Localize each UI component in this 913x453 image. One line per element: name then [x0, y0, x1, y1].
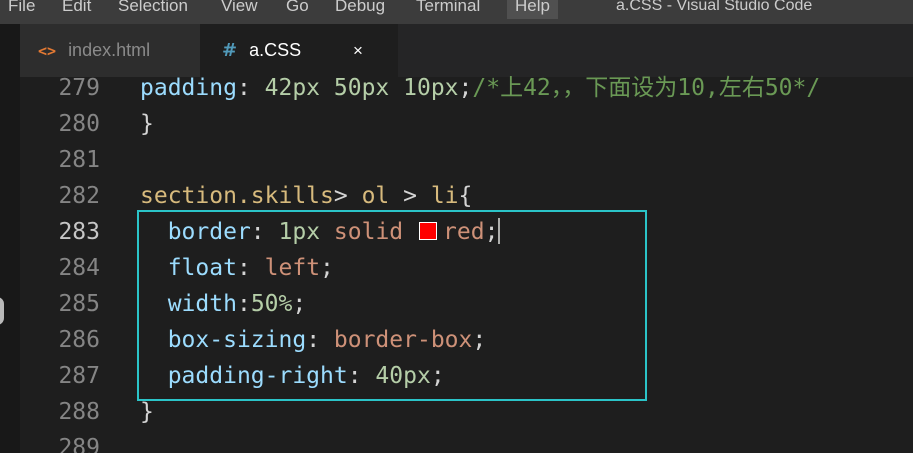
sash-handle[interactable] [0, 297, 4, 325]
menu-edit[interactable]: Edit [62, 0, 91, 19]
code-token: 1px [278, 219, 321, 245]
code-text: } [140, 106, 154, 142]
code-token: border-box [333, 327, 473, 353]
code-token: 40px [375, 363, 431, 389]
menu-debug[interactable]: Debug [335, 0, 385, 19]
code-token: ; [320, 255, 334, 281]
code-token: ; [472, 327, 487, 353]
code-text: } [140, 394, 154, 430]
css-file-icon: # [222, 40, 238, 61]
code-token: ; [458, 75, 473, 101]
code-line[interactable]: 283 border: 1px solid red; [20, 214, 913, 250]
code-token: { [458, 183, 473, 209]
code-token: 50px [333, 75, 390, 101]
code-token: 50% [250, 291, 293, 317]
code-line[interactable]: 282 section.skills> ol > li{ [20, 178, 913, 214]
code-token: width [167, 291, 237, 317]
code-line[interactable]: 281 [20, 142, 913, 178]
code-text: padding-right: 40px; [140, 358, 445, 394]
text-cursor [498, 218, 501, 244]
code-token: float [167, 255, 237, 281]
line-number: 279 [58, 75, 100, 101]
code-line[interactable]: 286 box-sizing: border-box; [20, 322, 913, 358]
code-token: : [306, 327, 334, 353]
line-number: 282 [58, 183, 100, 209]
code-text: section.skills> ol > li{ [140, 178, 472, 214]
line-number: 288 [58, 399, 100, 425]
code-token: border [167, 219, 251, 245]
code-token: ; [484, 219, 499, 245]
code-token: section.skills [140, 183, 334, 209]
menu-file[interactable]: File [8, 0, 35, 19]
vscode-window: File Edit Selection View Go Debug Termin… [0, 0, 913, 453]
activity-strip [0, 24, 20, 453]
line-number: 284 [58, 255, 100, 281]
code-token: left [264, 255, 321, 281]
code-token: li [430, 183, 459, 209]
code-line[interactable]: 287 padding-right: 40px; [20, 358, 913, 394]
code-token: ol [361, 183, 390, 209]
code-token: padding-right [167, 363, 348, 389]
code-token: > [333, 183, 362, 209]
menu-bar: File Edit Selection View Go Debug Termin… [0, 0, 913, 24]
code-token: : [347, 363, 376, 389]
code-token: : [236, 291, 251, 317]
tab-label: a.CSS [249, 40, 302, 60]
line-number: 289 [58, 435, 100, 453]
code-token: box-sizing [167, 327, 307, 353]
line-number: 283 [58, 219, 100, 245]
code-line[interactable]: 288} [20, 394, 913, 430]
menu-terminal[interactable]: Terminal [416, 0, 480, 19]
line-number: 280 [58, 111, 100, 137]
code-line[interactable]: 279 padding: 42px 50px 10px;/*上42，，下面设为10… [20, 70, 913, 106]
code-text: box-sizing: border-box; [140, 322, 487, 358]
code-token: solid [333, 219, 404, 245]
code-token: : [236, 75, 265, 101]
code-token: ; [430, 363, 445, 389]
code-line[interactable]: 284 float: left; [20, 250, 913, 286]
code-token: 42px [264, 75, 321, 101]
code-token: } [140, 111, 154, 137]
code-text: border: 1px solid red; [140, 214, 501, 250]
line-number: 285 [58, 291, 100, 317]
code-line[interactable]: 280} [20, 106, 913, 142]
menu-go[interactable]: Go [286, 0, 309, 19]
code-token: /*上42，，下面设为10,左右50*/ [472, 75, 821, 101]
code-text: padding: 42px 50px 10px;/*上42，，下面设为10,左右… [140, 70, 820, 106]
code-token: } [140, 399, 154, 425]
code-line[interactable]: 289 [20, 430, 913, 453]
code-line[interactable]: 285 width:50%; [20, 286, 913, 322]
menu-selection[interactable]: Selection [118, 0, 188, 19]
code-text: float: left; [140, 250, 334, 286]
code-editor[interactable]: 279 padding: 42px 50px 10px;/*上42，，下面设为10… [20, 75, 913, 453]
menu-help[interactable]: Help [507, 0, 558, 19]
code-token: ; [292, 291, 307, 317]
menu-view[interactable]: View [221, 0, 258, 19]
line-number: 287 [58, 363, 100, 389]
window-title: a.CSS - Visual Studio Code [616, 0, 813, 14]
tab-label: index.html [68, 40, 151, 60]
line-number: 286 [58, 327, 100, 353]
code-text: width:50%; [140, 286, 307, 322]
html-file-icon: <> [38, 41, 57, 60]
color-swatch-icon[interactable] [419, 222, 438, 240]
code-token: 10px [403, 75, 459, 101]
code-token: padding [140, 75, 237, 101]
code-token: : [250, 219, 279, 245]
code-token: red [443, 219, 485, 245]
code-token: : [236, 255, 265, 281]
line-number: 281 [58, 147, 100, 173]
code-token: > [389, 183, 431, 209]
